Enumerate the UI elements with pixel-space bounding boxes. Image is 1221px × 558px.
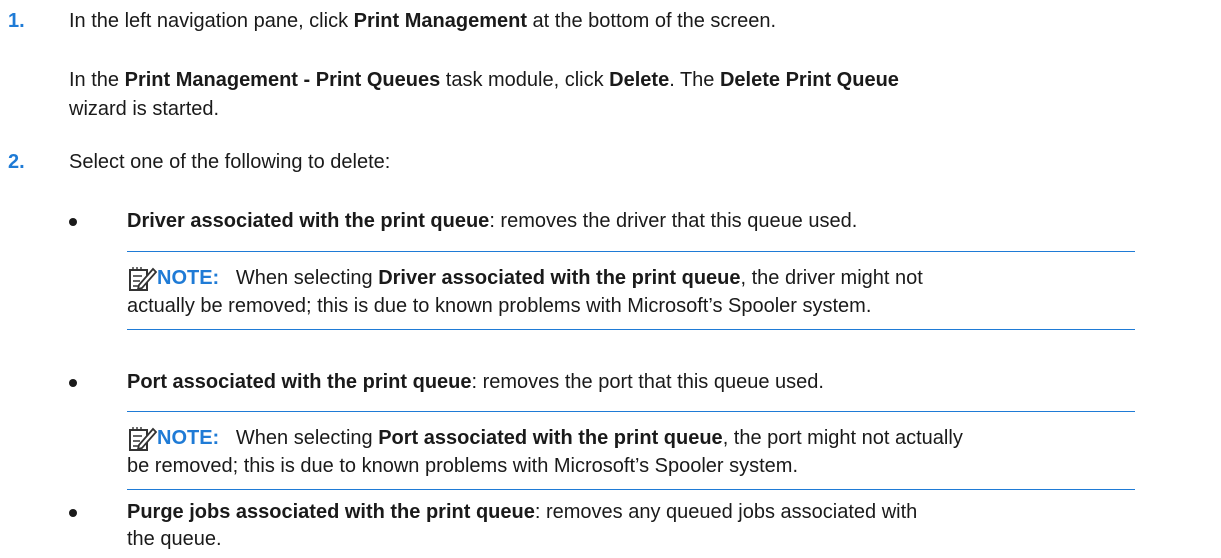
step-number: 1. <box>8 10 25 32</box>
text: : removes the driver that this queue use… <box>489 210 858 232</box>
list-item: Port associated with the print queue: re… <box>127 369 824 396</box>
ui-term: Driver associated with the print queue <box>378 267 741 289</box>
list-item-continuation: the queue. <box>127 528 222 550</box>
divider <box>127 329 1135 330</box>
step-number: 2. <box>8 151 25 173</box>
text: : removes the port that this queue used. <box>471 371 824 393</box>
text: When selecting <box>235 267 379 289</box>
bullet-icon <box>69 509 77 517</box>
step-text: wizard is started. <box>69 98 220 120</box>
note-label: NOTE: <box>157 427 220 449</box>
note-text: NOTE: When selecting Port associated wit… <box>127 425 1135 452</box>
text: . The <box>669 69 720 91</box>
text: , the port might not actually <box>722 427 963 449</box>
note-box: NOTE: When selecting Port associated wit… <box>127 408 1135 504</box>
ui-term: Delete Print Queue <box>719 69 899 91</box>
ui-term: Print Management <box>353 10 527 32</box>
note-text: NOTE: When selecting Driver associated w… <box>127 265 1135 292</box>
text: at the bottom of the screen. <box>526 10 777 32</box>
note-label: NOTE: <box>157 267 220 289</box>
list-item: Purge jobs associated with the print que… <box>127 499 917 526</box>
text: In the left navigation pane, click <box>69 10 354 32</box>
divider <box>127 251 1135 252</box>
bullet-icon <box>69 218 77 226</box>
bullet-icon <box>69 379 77 387</box>
step-text: Select one of the following to delete: <box>69 151 391 173</box>
divider <box>127 489 1135 490</box>
note-text: be removed; this is due to known problem… <box>127 455 799 477</box>
step-text: In the left navigation pane, click Print… <box>69 7 776 36</box>
divider <box>127 411 1135 412</box>
text: : removes any queued jobs associated wit… <box>534 501 918 523</box>
list-item: Driver associated with the print queue: … <box>127 208 857 235</box>
note-text: actually be removed; this is due to know… <box>127 295 872 317</box>
ui-term: Port associated with the print queue <box>127 371 472 393</box>
ui-term: Delete <box>609 69 670 91</box>
ui-term: Purge jobs associated with the print que… <box>127 501 535 523</box>
ui-term: Port associated with the print queue <box>378 427 723 449</box>
ui-term: Print Management - Print Queues <box>124 69 441 91</box>
ui-term: Driver associated with the print queue <box>127 210 490 232</box>
note-box: NOTE: When selecting Driver associated w… <box>127 248 1135 344</box>
step-text: In the Print Management - Print Queues t… <box>69 66 899 95</box>
text: In the <box>69 69 125 91</box>
text: task module, click <box>440 69 610 91</box>
text: , the driver might not <box>740 267 923 289</box>
text: When selecting <box>235 427 379 449</box>
